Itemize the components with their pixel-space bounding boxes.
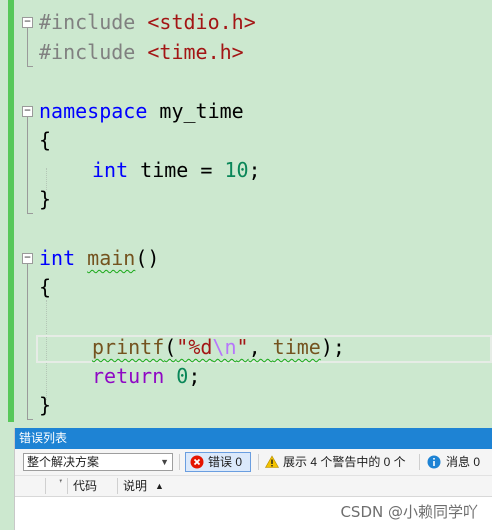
semicolon: ;	[188, 364, 201, 388]
messages-filter-button[interactable]: 消息 0	[427, 452, 492, 472]
include-header: <time.h>	[147, 40, 244, 64]
fold-end	[27, 419, 33, 420]
code-line-10: int main()	[39, 244, 159, 273]
code-line-4: namespace my_time	[39, 97, 244, 126]
sort-ascending-icon: ▲	[155, 481, 164, 491]
scope-value: 整个解决方案	[27, 455, 100, 469]
code-editor[interactable]: − − − #include <stdio.h> #include <time.…	[0, 0, 492, 422]
declaration: time =	[128, 158, 225, 182]
error-list-header-row: ᐪ 代码 说明 ▲	[15, 476, 492, 497]
code-line-7: }	[39, 187, 52, 211]
number-literal: 0	[176, 364, 189, 388]
change-margin-bar	[8, 0, 14, 422]
code-line-11: {	[39, 275, 52, 299]
fold-toggle-includes-icon[interactable]: −	[22, 17, 33, 28]
function-call-printf[interactable]: printf	[92, 335, 164, 359]
preprocessor-directive: #include	[39, 10, 148, 34]
code-line-2: #include <time.h>	[39, 38, 244, 67]
string-literal: "%d	[176, 335, 213, 359]
string-literal: "	[236, 335, 249, 359]
column-header-description[interactable]: 说明	[123, 476, 147, 496]
fold-end	[27, 66, 33, 67]
error-list-title: 错误列表	[15, 428, 492, 449]
fold-toggle-main-icon[interactable]: −	[22, 253, 33, 264]
messages-label: 消息 0	[446, 455, 481, 469]
warnings-filter-button[interactable]: 展示 4 个警告中的 0 个	[263, 452, 413, 472]
fold-line	[27, 264, 28, 419]
semicolon: ;	[248, 158, 261, 182]
column-separator	[45, 478, 46, 494]
close-paren: );	[320, 335, 345, 359]
warnings-label: 展示 4 个警告中的 0 个	[283, 455, 406, 469]
paren: (	[164, 335, 177, 359]
code-line-5: {	[39, 128, 52, 152]
include-header: <stdio.h>	[147, 10, 256, 34]
error-list-toolbar: 整个解决方案 ▼ 错误 0 展示 4 个警告中的 0 个 消息 0	[15, 449, 492, 476]
preprocessor-directive: #include	[39, 40, 148, 64]
watermark: CSDN @小赖同学吖	[340, 503, 478, 521]
chevron-down-icon: ▼	[160, 457, 169, 467]
column-header-code[interactable]: 代码	[73, 476, 97, 496]
namespace-name: my_time	[147, 99, 244, 123]
errors-label: 错误 0	[208, 455, 243, 469]
keyword-namespace: namespace	[39, 99, 148, 123]
column-separator[interactable]	[117, 478, 118, 494]
escape-sequence: \n	[212, 335, 237, 359]
code-line-1: #include <stdio.h>	[39, 8, 256, 37]
comma: ,	[248, 335, 273, 359]
scope-dropdown[interactable]: 整个解决方案 ▼	[23, 453, 173, 471]
toolbar-separator	[419, 454, 420, 470]
error-icon	[190, 455, 204, 469]
fold-line	[27, 117, 28, 213]
fold-toggle-namespace-icon[interactable]: −	[22, 106, 33, 117]
fold-line	[27, 28, 28, 66]
keyword-int: int	[92, 158, 129, 182]
column-separator[interactable]	[67, 478, 68, 494]
toolbar-separator	[258, 454, 259, 470]
argument-time: time	[272, 335, 321, 359]
keyword-int: int	[39, 246, 76, 270]
fold-end	[27, 213, 33, 214]
sort-marker-icon: ᐪ	[59, 478, 63, 488]
code-line-6: int time = 10;	[92, 156, 261, 185]
toolbar-separator	[179, 454, 180, 470]
info-icon	[427, 455, 441, 469]
code-line-14: return 0;	[92, 362, 200, 391]
code-line-13: printf("%d\n", time);	[92, 333, 345, 362]
number-literal: 10	[224, 158, 249, 182]
code-line-15: }	[39, 393, 52, 417]
parens: ()	[135, 246, 160, 270]
function-name-main[interactable]: main	[87, 246, 135, 270]
errors-filter-button[interactable]: 错误 0	[185, 452, 251, 472]
keyword-return: return	[92, 364, 165, 388]
warning-icon	[265, 455, 279, 468]
